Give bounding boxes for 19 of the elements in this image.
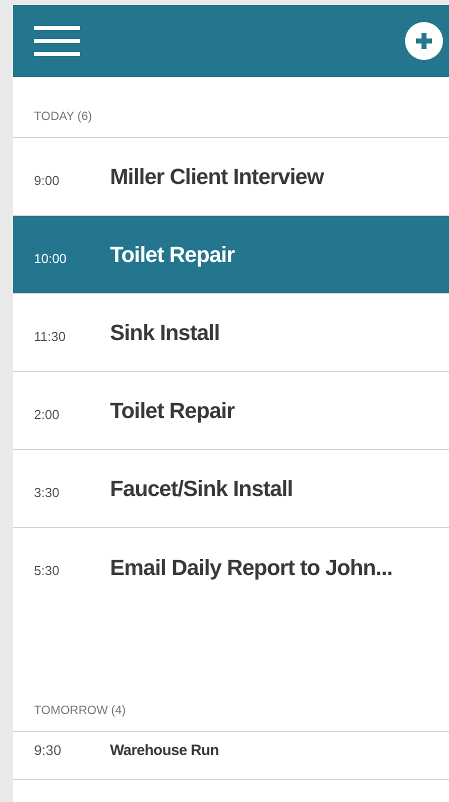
menu-icon[interactable] (34, 26, 80, 56)
event-time: 10:00 (34, 250, 68, 268)
event-time: 2:00 (34, 406, 60, 424)
event-time: 9:00 (34, 172, 60, 190)
event-title: Faucet/Sink Install (110, 475, 293, 503)
event-title: Miller Client Interview (110, 163, 324, 191)
event-title: Warehouse Run (110, 741, 219, 761)
event-title: Toilet Repair (110, 397, 234, 425)
event-title: Sink Install (110, 319, 220, 347)
event-row[interactable]: 10:00 Toilet Repair (13, 216, 449, 294)
section-header: TOMORROW (4) (34, 702, 126, 719)
event-time: 3:30 (34, 484, 60, 502)
event-time: 5:30 (34, 562, 60, 580)
event-time: 11:30 (34, 328, 67, 346)
event-title: Toilet Repair (110, 241, 234, 269)
add-icon[interactable] (405, 22, 443, 60)
event-title: Email Daily Report to John... (110, 554, 392, 582)
event-time: 9:30 (34, 741, 62, 760)
section-header: TODAY (6) (34, 108, 92, 125)
